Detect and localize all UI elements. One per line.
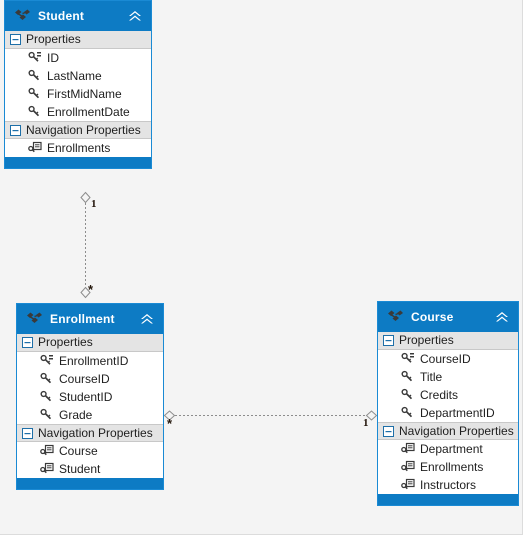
property-row[interactable]: DepartmentID [378,404,518,422]
entity-footer-student [5,157,151,168]
scalar-property-icon [40,390,52,402]
navigation-property-row[interactable]: Instructors [378,476,518,494]
entity-header-course[interactable]: Course [378,302,518,332]
property-row[interactable]: ID [5,49,151,67]
property-row[interactable]: StudentID [17,388,163,406]
entity-body-enrollment: Properties EnrollmentID CourseID Student… [17,334,163,478]
primary-key-icon [401,352,414,363]
multiplicity-label-course-end: 1 [363,417,369,429]
navigation-property-icon [40,444,54,456]
property-label: StudentID [59,390,113,404]
collapse-minus-box-icon[interactable] [383,425,394,437]
navigation-property-label: Department [420,442,483,456]
entity-type-icon [388,310,403,321]
scalar-property-icon [28,87,40,99]
section-label: Properties [399,333,454,347]
collapse-minus-box-icon[interactable] [383,335,394,346]
section-label: Properties [38,335,93,349]
collapse-minus-box-icon[interactable] [22,427,33,439]
collapse-minus-box-icon[interactable] [22,337,33,348]
property-label: FirstMidName [47,87,122,101]
multiplicity-label-enrollment-end-horizontal: * [167,416,173,431]
section-label: Properties [26,32,81,46]
entity-course[interactable]: Course Properties CourseID Title Credits… [377,301,519,506]
property-row[interactable]: Title [378,368,518,386]
property-row[interactable]: Grade [17,406,163,424]
entity-type-icon [15,9,30,20]
entity-name-student: Student [38,9,85,23]
navigation-property-row[interactable]: Course [17,442,163,460]
section-header-properties[interactable]: Properties [5,31,151,49]
section-header-navigation-properties[interactable]: Navigation Properties [17,424,163,442]
navigation-property-icon [28,141,42,153]
scalar-property-icon [40,372,52,384]
section-label: Navigation Properties [38,425,153,440]
entity-name-enrollment: Enrollment [50,312,115,326]
property-label: EnrollmentDate [47,105,130,119]
section-header-navigation-properties[interactable]: Navigation Properties [378,422,518,440]
navigation-property-icon [401,478,415,490]
property-row[interactable]: FirstMidName [5,85,151,103]
property-label: Title [420,370,443,384]
property-label: ID [47,51,59,65]
entity-name-course: Course [411,310,454,324]
navigation-property-label: Course [59,444,98,458]
property-row[interactable]: EnrollmentID [17,352,163,370]
collapse-chevron-up-icon[interactable] [493,309,511,325]
navigation-property-label: Student [59,462,101,476]
collapse-minus-box-icon[interactable] [10,34,21,45]
scalar-property-icon [401,370,413,382]
property-label: LastName [47,69,102,83]
section-header-properties[interactable]: Properties [17,334,163,352]
property-label: Credits [420,388,459,402]
primary-key-icon [40,354,53,365]
scalar-property-icon [401,388,413,400]
collapse-chevron-up-icon[interactable] [126,8,144,24]
section-label: Navigation Properties [399,423,514,438]
section-label: Navigation Properties [26,122,141,137]
scalar-property-icon [40,408,52,420]
property-label: Grade [59,408,93,422]
entity-footer-enrollment [17,478,163,489]
entity-designer-canvas[interactable]: 1 * * 1 Student Properties ID LastName F… [0,0,523,535]
entity-footer-course [378,494,518,505]
navigation-property-label: Instructors [420,478,477,492]
property-row[interactable]: CourseID [378,350,518,368]
entity-body-course: Properties CourseID Title Credits Depart… [378,332,518,494]
entity-enrollment[interactable]: Enrollment Properties EnrollmentID Cours… [16,303,164,490]
navigation-property-row[interactable]: Enrollments [378,458,518,476]
navigation-property-row[interactable]: Department [378,440,518,458]
property-row[interactable]: CourseID [17,370,163,388]
navigation-property-row[interactable]: Enrollments [5,139,151,157]
entity-type-icon [27,312,42,323]
scalar-property-icon [28,105,40,117]
property-row[interactable]: Credits [378,386,518,404]
navigation-property-label: Enrollments [47,141,111,155]
entity-body-student: Properties ID LastName FirstMidName Enro… [5,31,151,157]
multiplicity-label-enrollment-end-vertical: * [88,282,94,297]
section-header-navigation-properties[interactable]: Navigation Properties [5,121,151,139]
property-label: CourseID [59,372,110,386]
navigation-property-row[interactable]: Student [17,460,163,478]
multiplicity-label-student-end: 1 [91,198,97,210]
navigation-property-icon [401,442,415,454]
scalar-property-icon [401,406,413,418]
section-header-properties[interactable]: Properties [378,332,518,350]
property-label: EnrollmentID [59,354,129,368]
property-label: DepartmentID [420,406,495,420]
primary-key-icon [28,51,41,62]
scalar-property-icon [28,69,40,81]
property-label: CourseID [420,352,471,366]
entity-student[interactable]: Student Properties ID LastName FirstMidN… [4,0,152,169]
entity-header-enrollment[interactable]: Enrollment [17,304,163,334]
navigation-property-icon [401,460,415,472]
collapse-chevron-up-icon[interactable] [138,311,156,327]
navigation-property-icon [40,462,54,474]
collapse-minus-box-icon[interactable] [10,124,21,136]
enrollment-course-association[interactable] [163,410,378,421]
navigation-property-label: Enrollments [420,460,484,474]
property-row[interactable]: LastName [5,67,151,85]
property-row[interactable]: EnrollmentDate [5,103,151,121]
entity-header-student[interactable]: Student [5,1,151,31]
